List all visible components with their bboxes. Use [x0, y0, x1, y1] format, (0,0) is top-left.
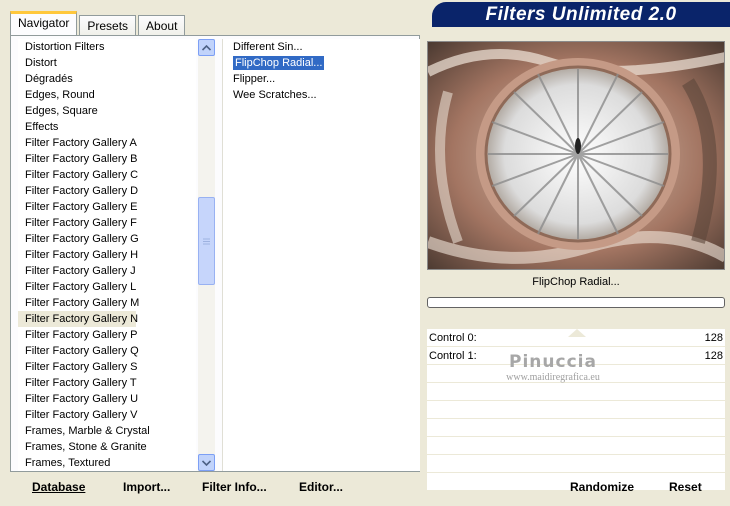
randomize-button[interactable]: Randomize: [570, 480, 634, 494]
progress-bar: [427, 297, 725, 308]
category-item[interactable]: Filter Factory Gallery D: [18, 183, 196, 199]
category-item[interactable]: Filter Factory Gallery G: [18, 231, 196, 247]
category-item[interactable]: Filter Factory Gallery F: [18, 215, 196, 231]
category-item[interactable]: Filter Factory Gallery Q: [18, 343, 196, 359]
category-item[interactable]: Filter Factory Gallery S: [18, 359, 196, 375]
control-1-row[interactable]: Control 1: 128: [427, 347, 725, 365]
category-item[interactable]: Filter Factory Gallery E: [18, 199, 196, 215]
category-item[interactable]: Frames, Marble & Crystal: [18, 423, 196, 439]
category-item[interactable]: Filter Factory Gallery V: [18, 407, 196, 423]
tab-about[interactable]: About: [138, 15, 186, 35]
category-item[interactable]: Filter Factory Gallery C: [18, 167, 196, 183]
preview-image: [427, 41, 725, 270]
database-label: Database: [32, 480, 86, 494]
category-item[interactable]: Edges, Round: [18, 87, 196, 103]
category-item[interactable]: Filter Factory Gallery A: [18, 135, 196, 151]
scroll-down-button[interactable]: [198, 454, 215, 471]
control-0-row[interactable]: Control 0: 128: [427, 329, 725, 347]
database-button[interactable]: Database: [32, 480, 85, 494]
chevron-up-icon: [202, 44, 211, 51]
category-item[interactable]: Distortion Filters: [18, 39, 196, 55]
filter-item-label: Different Sin...: [233, 41, 303, 53]
category-item[interactable]: Filter Factory Gallery U: [18, 391, 196, 407]
filter-item[interactable]: FlipChop Radial...: [223, 55, 420, 71]
reset-button[interactable]: Reset: [669, 480, 702, 494]
category-item[interactable]: Filter Factory Gallery N: [18, 311, 138, 327]
empty-control-row: [427, 383, 725, 401]
tab-presets[interactable]: Presets: [79, 15, 137, 35]
filter-list[interactable]: Different Sin... FlipChop Radial... Flippe…: [222, 39, 420, 471]
preview-art: [428, 42, 724, 269]
filter-item-label: Wee Scratches...: [233, 89, 317, 101]
app-title: Filters Unlimited 2.0: [485, 4, 677, 25]
empty-control-row: [427, 437, 725, 455]
category-item[interactable]: Filter Factory Gallery L: [18, 279, 196, 295]
category-item[interactable]: Filter Factory Gallery M: [18, 295, 196, 311]
empty-control-row: [427, 365, 725, 383]
tab-navigator[interactable]: Navigator: [10, 11, 78, 35]
empty-control-row: [427, 419, 725, 437]
control-1-label: Control 1:: [429, 350, 477, 362]
empty-control-row: [427, 401, 725, 419]
category-item[interactable]: Dégradés: [18, 71, 196, 87]
category-item[interactable]: Filter Factory Gallery P: [18, 327, 196, 343]
category-list[interactable]: Distortion Filters Distort Dégradés Edges, …: [18, 39, 196, 471]
category-item[interactable]: Edges, Square: [18, 103, 196, 119]
category-item[interactable]: Filter Factory Gallery J: [18, 263, 196, 279]
slider-marker[interactable]: [568, 329, 586, 337]
category-item[interactable]: Effects: [18, 119, 196, 135]
empty-control-row: [427, 455, 725, 473]
scroll-up-button[interactable]: [198, 39, 215, 56]
category-item[interactable]: Filter Factory Gallery H: [18, 247, 196, 263]
import-button[interactable]: Import...: [123, 480, 170, 494]
control-0-value: 128: [704, 332, 723, 344]
filter-item[interactable]: Flipper...: [223, 71, 420, 87]
filter-item[interactable]: Wee Scratches...: [223, 87, 420, 103]
category-item[interactable]: Distort: [18, 55, 196, 71]
category-item[interactable]: Frames, Textured: [18, 455, 196, 471]
tab-strip: Navigator Presets About: [10, 11, 187, 35]
bottom-toolbar: Database Import... Filter Info... Editor…: [10, 472, 420, 506]
control-0-label: Control 0:: [429, 332, 477, 344]
category-item[interactable]: Filter Factory Gallery T: [18, 375, 196, 391]
logo-banner: Filters Unlimited 2.0: [432, 2, 730, 27]
scroll-thumb[interactable]: [198, 197, 215, 285]
preview-filter-name: FlipChop Radial...: [532, 276, 620, 288]
category-scrollbar[interactable]: [198, 39, 215, 471]
filter-item[interactable]: Different Sin...: [223, 39, 420, 55]
category-item[interactable]: Frames, Stone & Granite: [18, 439, 196, 455]
category-item[interactable]: Filter Factory Gallery B: [18, 151, 196, 167]
control-1-value: 128: [704, 350, 723, 362]
filter-info-button[interactable]: Filter Info...: [202, 480, 267, 494]
chevron-down-icon: [202, 459, 211, 466]
editor-button[interactable]: Editor...: [299, 480, 343, 494]
grip-icon: [203, 238, 210, 244]
control-sliders: Control 0: 128 Control 1: 128: [427, 329, 725, 491]
filter-item-label: FlipChop Radial...: [233, 56, 325, 70]
filter-item-label: Flipper...: [233, 73, 276, 85]
